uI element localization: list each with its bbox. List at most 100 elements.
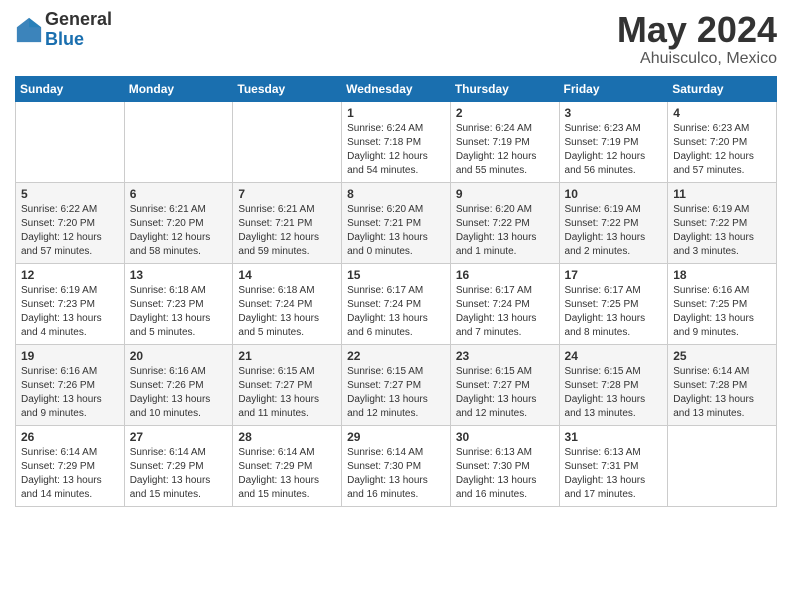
table-row: 4 Sunrise: 6:23 AMSunset: 7:20 PMDaylight… — [668, 101, 777, 182]
day-number: 4 — [673, 106, 771, 120]
col-wednesday: Wednesday — [342, 76, 451, 101]
day-number: 17 — [565, 268, 663, 282]
day-info: Sunrise: 6:21 AMSunset: 7:21 PMDaylight:… — [238, 203, 336, 259]
day-number: 21 — [238, 349, 336, 363]
table-row: 12 Sunrise: 6:19 AMSunset: 7:23 PMDayligh… — [16, 263, 125, 344]
day-info: Sunrise: 6:15 AMSunset: 7:27 PMDaylight:… — [347, 365, 445, 421]
day-info: Sunrise: 6:23 AMSunset: 7:19 PMDaylight:… — [565, 122, 663, 178]
table-row: 11 Sunrise: 6:19 AMSunset: 7:22 PMDayligh… — [668, 182, 777, 263]
table-row: 27 Sunrise: 6:14 AMSunset: 7:29 PMDayligh… — [124, 425, 233, 506]
table-row: 21Sunrise: 6:15 AMSunset: 7:27 PMDayligh… — [233, 344, 342, 425]
day-info: Sunrise: 6:14 AMSunset: 7:29 PMDaylight:… — [130, 446, 228, 502]
day-number: 1 — [347, 106, 445, 120]
table-row: 31Sunrise: 6:13 AMSunset: 7:31 PMDayligh… — [559, 425, 668, 506]
day-info: Sunrise: 6:19 AMSunset: 7:23 PMDaylight:… — [21, 284, 119, 340]
day-number: 27 — [130, 430, 228, 444]
calendar-week-row: 5 Sunrise: 6:22 AMSunset: 7:20 PMDaylight… — [16, 182, 777, 263]
day-info: Sunrise: 6:17 AMSunset: 7:24 PMDaylight:… — [347, 284, 445, 340]
day-number: 12 — [21, 268, 119, 282]
calendar-week-row: 1 Sunrise: 6:24 AMSunset: 7:18 PMDaylight… — [16, 101, 777, 182]
table-row: 5 Sunrise: 6:22 AMSunset: 7:20 PMDaylight… — [16, 182, 125, 263]
day-number: 22 — [347, 349, 445, 363]
table-row: 10Sunrise: 6:19 AMSunset: 7:22 PMDayligh… — [559, 182, 668, 263]
day-number: 24 — [565, 349, 663, 363]
table-row — [124, 101, 233, 182]
table-row: 15 Sunrise: 6:17 AMSunset: 7:24 PMDayligh… — [342, 263, 451, 344]
table-row: 24 Sunrise: 6:15 AMSunset: 7:28 PMDayligh… — [559, 344, 668, 425]
day-number: 25 — [673, 349, 771, 363]
day-info: Sunrise: 6:16 AMSunset: 7:26 PMDaylight:… — [21, 365, 119, 421]
day-number: 16 — [456, 268, 554, 282]
day-number: 5 — [21, 187, 119, 201]
day-info: Sunrise: 6:14 AMSunset: 7:28 PMDaylight:… — [673, 365, 771, 421]
col-sunday: Sunday — [16, 76, 125, 101]
calendar-week-row: 12 Sunrise: 6:19 AMSunset: 7:23 PMDayligh… — [16, 263, 777, 344]
calendar-week-row: 19 Sunrise: 6:16 AMSunset: 7:26 PMDayligh… — [16, 344, 777, 425]
day-number: 28 — [238, 430, 336, 444]
day-info: Sunrise: 6:17 AMSunset: 7:24 PMDaylight:… — [456, 284, 554, 340]
day-number: 15 — [347, 268, 445, 282]
col-saturday: Saturday — [668, 76, 777, 101]
col-monday: Monday — [124, 76, 233, 101]
day-number: 19 — [21, 349, 119, 363]
day-info: Sunrise: 6:14 AMSunset: 7:29 PMDaylight:… — [21, 446, 119, 502]
table-row: 25 Sunrise: 6:14 AMSunset: 7:28 PMDayligh… — [668, 344, 777, 425]
day-info: Sunrise: 6:19 AMSunset: 7:22 PMDaylight:… — [673, 203, 771, 259]
calendar-header-row: Sunday Monday Tuesday Wednesday Thursday… — [16, 76, 777, 101]
table-row — [668, 425, 777, 506]
table-row: 20 Sunrise: 6:16 AMSunset: 7:26 PMDayligh… — [124, 344, 233, 425]
logo-blue-text: Blue — [45, 30, 112, 50]
day-info: Sunrise: 6:17 AMSunset: 7:25 PMDaylight:… — [565, 284, 663, 340]
table-row — [16, 101, 125, 182]
logo-text: General Blue — [45, 10, 112, 50]
day-number: 2 — [456, 106, 554, 120]
table-row: 3 Sunrise: 6:23 AMSunset: 7:19 PMDaylight… — [559, 101, 668, 182]
logo-icon — [15, 16, 43, 44]
day-info: Sunrise: 6:18 AMSunset: 7:24 PMDaylight:… — [238, 284, 336, 340]
day-number: 11 — [673, 187, 771, 201]
day-number: 30 — [456, 430, 554, 444]
calendar-title: May 2024 — [617, 10, 777, 50]
day-number: 13 — [130, 268, 228, 282]
col-tuesday: Tuesday — [233, 76, 342, 101]
table-row: 13 Sunrise: 6:18 AMSunset: 7:23 PMDayligh… — [124, 263, 233, 344]
day-number: 9 — [456, 187, 554, 201]
day-number: 23 — [456, 349, 554, 363]
day-number: 6 — [130, 187, 228, 201]
day-number: 7 — [238, 187, 336, 201]
table-row: 17 Sunrise: 6:17 AMSunset: 7:25 PMDayligh… — [559, 263, 668, 344]
day-number: 20 — [130, 349, 228, 363]
day-info: Sunrise: 6:23 AMSunset: 7:20 PMDaylight:… — [673, 122, 771, 178]
table-row: 28Sunrise: 6:14 AMSunset: 7:29 PMDayligh… — [233, 425, 342, 506]
table-row: 30 Sunrise: 6:13 AMSunset: 7:30 PMDayligh… — [450, 425, 559, 506]
day-info: Sunrise: 6:24 AMSunset: 7:19 PMDaylight:… — [456, 122, 554, 178]
table-row: 2 Sunrise: 6:24 AMSunset: 7:19 PMDaylight… — [450, 101, 559, 182]
table-row: 18Sunrise: 6:16 AMSunset: 7:25 PMDayligh… — [668, 263, 777, 344]
day-info: Sunrise: 6:20 AMSunset: 7:22 PMDaylight:… — [456, 203, 554, 259]
table-row: 6Sunrise: 6:21 AMSunset: 7:20 PMDaylight… — [124, 182, 233, 263]
table-row: 16 Sunrise: 6:17 AMSunset: 7:24 PMDayligh… — [450, 263, 559, 344]
page: General Blue May 2024 Ahuisculco, Mexico… — [0, 0, 792, 522]
table-row: 9 Sunrise: 6:20 AMSunset: 7:22 PMDaylight… — [450, 182, 559, 263]
day-info: Sunrise: 6:15 AMSunset: 7:28 PMDaylight:… — [565, 365, 663, 421]
table-row: 23Sunrise: 6:15 AMSunset: 7:27 PMDayligh… — [450, 344, 559, 425]
col-friday: Friday — [559, 76, 668, 101]
table-row: 7 Sunrise: 6:21 AMSunset: 7:21 PMDaylight… — [233, 182, 342, 263]
day-info: Sunrise: 6:24 AMSunset: 7:18 PMDaylight:… — [347, 122, 445, 178]
day-info: Sunrise: 6:18 AMSunset: 7:23 PMDaylight:… — [130, 284, 228, 340]
day-number: 10 — [565, 187, 663, 201]
day-number: 14 — [238, 268, 336, 282]
day-info: Sunrise: 6:22 AMSunset: 7:20 PMDaylight:… — [21, 203, 119, 259]
day-number: 8 — [347, 187, 445, 201]
logo-general-text: General — [45, 10, 112, 30]
day-info: Sunrise: 6:20 AMSunset: 7:21 PMDaylight:… — [347, 203, 445, 259]
day-info: Sunrise: 6:16 AMSunset: 7:26 PMDaylight:… — [130, 365, 228, 421]
table-row: 29Sunrise: 6:14 AMSunset: 7:30 PMDayligh… — [342, 425, 451, 506]
header: General Blue May 2024 Ahuisculco, Mexico — [15, 10, 777, 68]
day-number: 3 — [565, 106, 663, 120]
col-thursday: Thursday — [450, 76, 559, 101]
day-info: Sunrise: 6:13 AMSunset: 7:30 PMDaylight:… — [456, 446, 554, 502]
title-block: May 2024 Ahuisculco, Mexico — [617, 10, 777, 68]
day-info: Sunrise: 6:13 AMSunset: 7:31 PMDaylight:… — [565, 446, 663, 502]
table-row: 14 Sunrise: 6:18 AMSunset: 7:24 PMDayligh… — [233, 263, 342, 344]
